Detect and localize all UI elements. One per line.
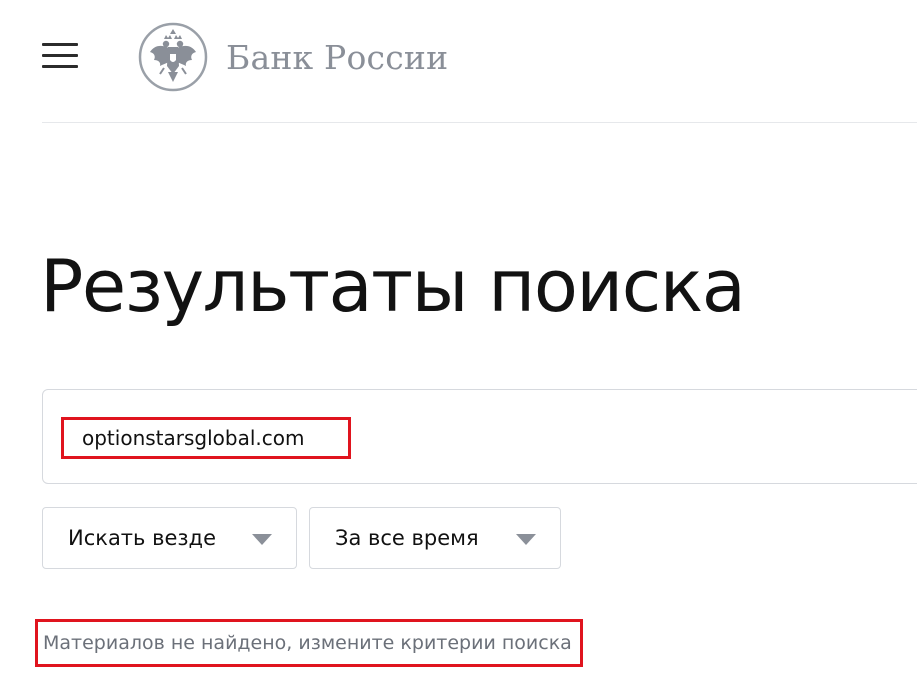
chevron-down-icon bbox=[516, 534, 536, 545]
logo-link[interactable]: Банк России bbox=[138, 22, 448, 92]
period-select[interactable]: За все время bbox=[309, 507, 561, 569]
scope-select[interactable]: Искать везде bbox=[42, 507, 297, 569]
status-text: Материалов не найдено, измените критерии… bbox=[43, 632, 572, 654]
hamburger-icon[interactable] bbox=[42, 43, 78, 69]
search-input[interactable] bbox=[61, 417, 351, 459]
page-title: Результаты поиска bbox=[40, 244, 746, 328]
double-headed-eagle-emblem-icon bbox=[138, 22, 208, 92]
header-divider bbox=[42, 122, 917, 123]
chevron-down-icon bbox=[252, 534, 272, 545]
logo-text: Банк России bbox=[226, 37, 449, 77]
period-select-value: За все время bbox=[335, 526, 479, 550]
no-results-message: Материалов не найдено, измените критерии… bbox=[35, 619, 583, 667]
search-box[interactable] bbox=[42, 389, 917, 484]
page: Банк России Результаты поиска Искать вез… bbox=[0, 0, 917, 688]
scope-select-value: Искать везде bbox=[68, 526, 216, 550]
